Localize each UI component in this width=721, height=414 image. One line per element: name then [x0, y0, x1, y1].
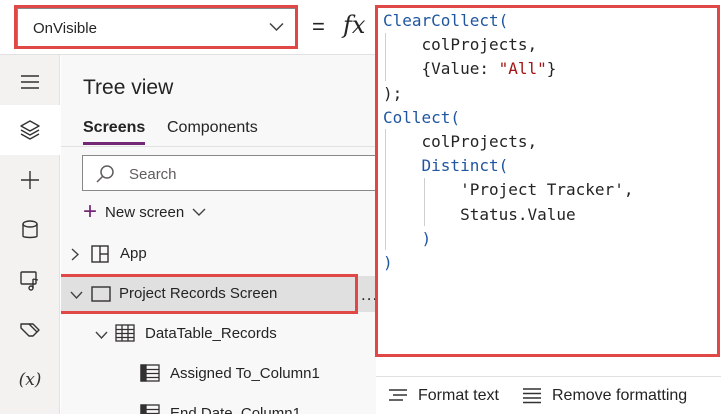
left-rail: (x): [0, 55, 60, 414]
tree-node-label: Assigned To_Column1: [170, 365, 320, 382]
data-button[interactable]: [0, 205, 60, 255]
format-text-label: Format text: [418, 387, 499, 404]
code-line: Status.Value: [383, 203, 633, 227]
column-icon: [140, 404, 160, 414]
table-icon: [115, 324, 135, 342]
chevron-down-icon: [269, 22, 284, 32]
plus-icon: +: [83, 198, 98, 225]
code-function: ClearCollect(: [383, 11, 509, 30]
code-text: 'Project Tracker',: [383, 180, 634, 200]
property-dropdown-value: OnVisible: [33, 20, 97, 37]
format-text-button[interactable]: Format text: [388, 387, 499, 405]
formula-code[interactable]: ClearCollect( colProjects, {Value: "All"…: [383, 9, 633, 275]
code-function: Collect(: [383, 107, 461, 127]
code-line: Collect(: [383, 106, 633, 130]
database-icon: [22, 220, 38, 239]
tree-node-label: Project Records Screen: [119, 285, 278, 302]
more-options-icon[interactable]: ...: [361, 285, 376, 305]
tree-node-app[interactable]: App: [61, 236, 376, 272]
tree-view-panel: Tree view Screens Components Search + Ne…: [61, 55, 376, 414]
tree-node-project-records-screen[interactable]: Project Records Screen: [61, 276, 376, 312]
chevron-down-icon: [192, 208, 206, 216]
code-function: ): [383, 253, 393, 273]
code-line: ): [383, 251, 633, 275]
remove-formatting-label: Remove formatting: [552, 387, 688, 404]
new-screen-label: New screen: [105, 203, 185, 221]
code-text: colProjects,: [383, 35, 538, 55]
code-line: );: [383, 82, 633, 106]
code-line: 'Project Tracker',: [383, 178, 633, 202]
code-text: {Value:: [383, 59, 499, 79]
tree-node-datatable-records[interactable]: DataTable_Records: [61, 316, 376, 352]
remove-formatting-button[interactable]: Remove formatting: [522, 387, 687, 405]
code-string: "All": [498, 59, 547, 79]
tab-screens[interactable]: Screens: [83, 119, 145, 137]
search-placeholder: Search: [129, 166, 177, 183]
code-text: colProjects,: [383, 132, 538, 152]
variables-icon: (x): [18, 370, 42, 390]
tree-node-label: End Date_Column1: [170, 405, 301, 414]
power-automate-button[interactable]: [0, 305, 60, 355]
insert-button[interactable]: [0, 155, 60, 205]
code-line: ClearCollect(: [383, 9, 633, 33]
code-text: }: [546, 59, 557, 79]
tree-view-button[interactable]: [0, 105, 60, 155]
code-text: );: [383, 83, 403, 103]
property-dropdown[interactable]: OnVisible: [17, 8, 297, 47]
chevron-down-icon: [70, 291, 83, 299]
search-input[interactable]: Search: [82, 155, 376, 191]
code-text: Status.Value: [383, 204, 576, 224]
code-line: ): [383, 227, 633, 251]
menu-icon[interactable]: [0, 57, 60, 107]
layers-icon: [20, 120, 40, 140]
media-button[interactable]: [0, 255, 60, 305]
tree-node-label: App: [120, 245, 147, 262]
tree-node-end-date-column[interactable]: End Date_Column1: [61, 396, 376, 414]
active-tab-indicator: [83, 142, 145, 145]
media-icon: [20, 271, 39, 291]
tabs-divider: [61, 146, 376, 147]
chevron-down-icon: [95, 331, 108, 339]
editor-toolbar: Format text Remove formatting: [376, 376, 721, 414]
screen-icon: [91, 286, 111, 302]
tree-node-assigned-to-column[interactable]: Assigned To_Column1: [61, 356, 376, 392]
chevron-right-icon: [71, 248, 79, 261]
new-screen-button[interactable]: + New screen: [83, 200, 206, 224]
code-line: colProjects,: [383, 130, 633, 154]
code-line: {Value: "All"}: [383, 57, 633, 81]
tree-node-label: DataTable_Records: [145, 325, 277, 342]
equals-sign: =: [312, 14, 325, 39]
variables-button[interactable]: (x): [0, 355, 60, 405]
column-icon: [140, 364, 160, 382]
app-icon: [91, 245, 109, 263]
code-line: colProjects,: [383, 33, 633, 57]
formula-bar: OnVisible = fx: [0, 0, 376, 55]
search-icon: [96, 165, 114, 183]
formula-editor[interactable]: ClearCollect( colProjects, {Value: "All"…: [376, 5, 719, 360]
code-function: ): [383, 228, 432, 248]
fx-icon[interactable]: fx: [343, 11, 365, 39]
format-text-icon: [389, 389, 407, 401]
code-line: Distinct(: [383, 154, 633, 178]
power-automate-icon: [20, 323, 40, 337]
panel-title: Tree view: [83, 76, 174, 99]
plus-icon: [21, 171, 39, 189]
tab-components[interactable]: Components: [167, 119, 258, 137]
remove-formatting-icon: [523, 388, 541, 404]
code-function: Distinct(: [421, 156, 509, 176]
